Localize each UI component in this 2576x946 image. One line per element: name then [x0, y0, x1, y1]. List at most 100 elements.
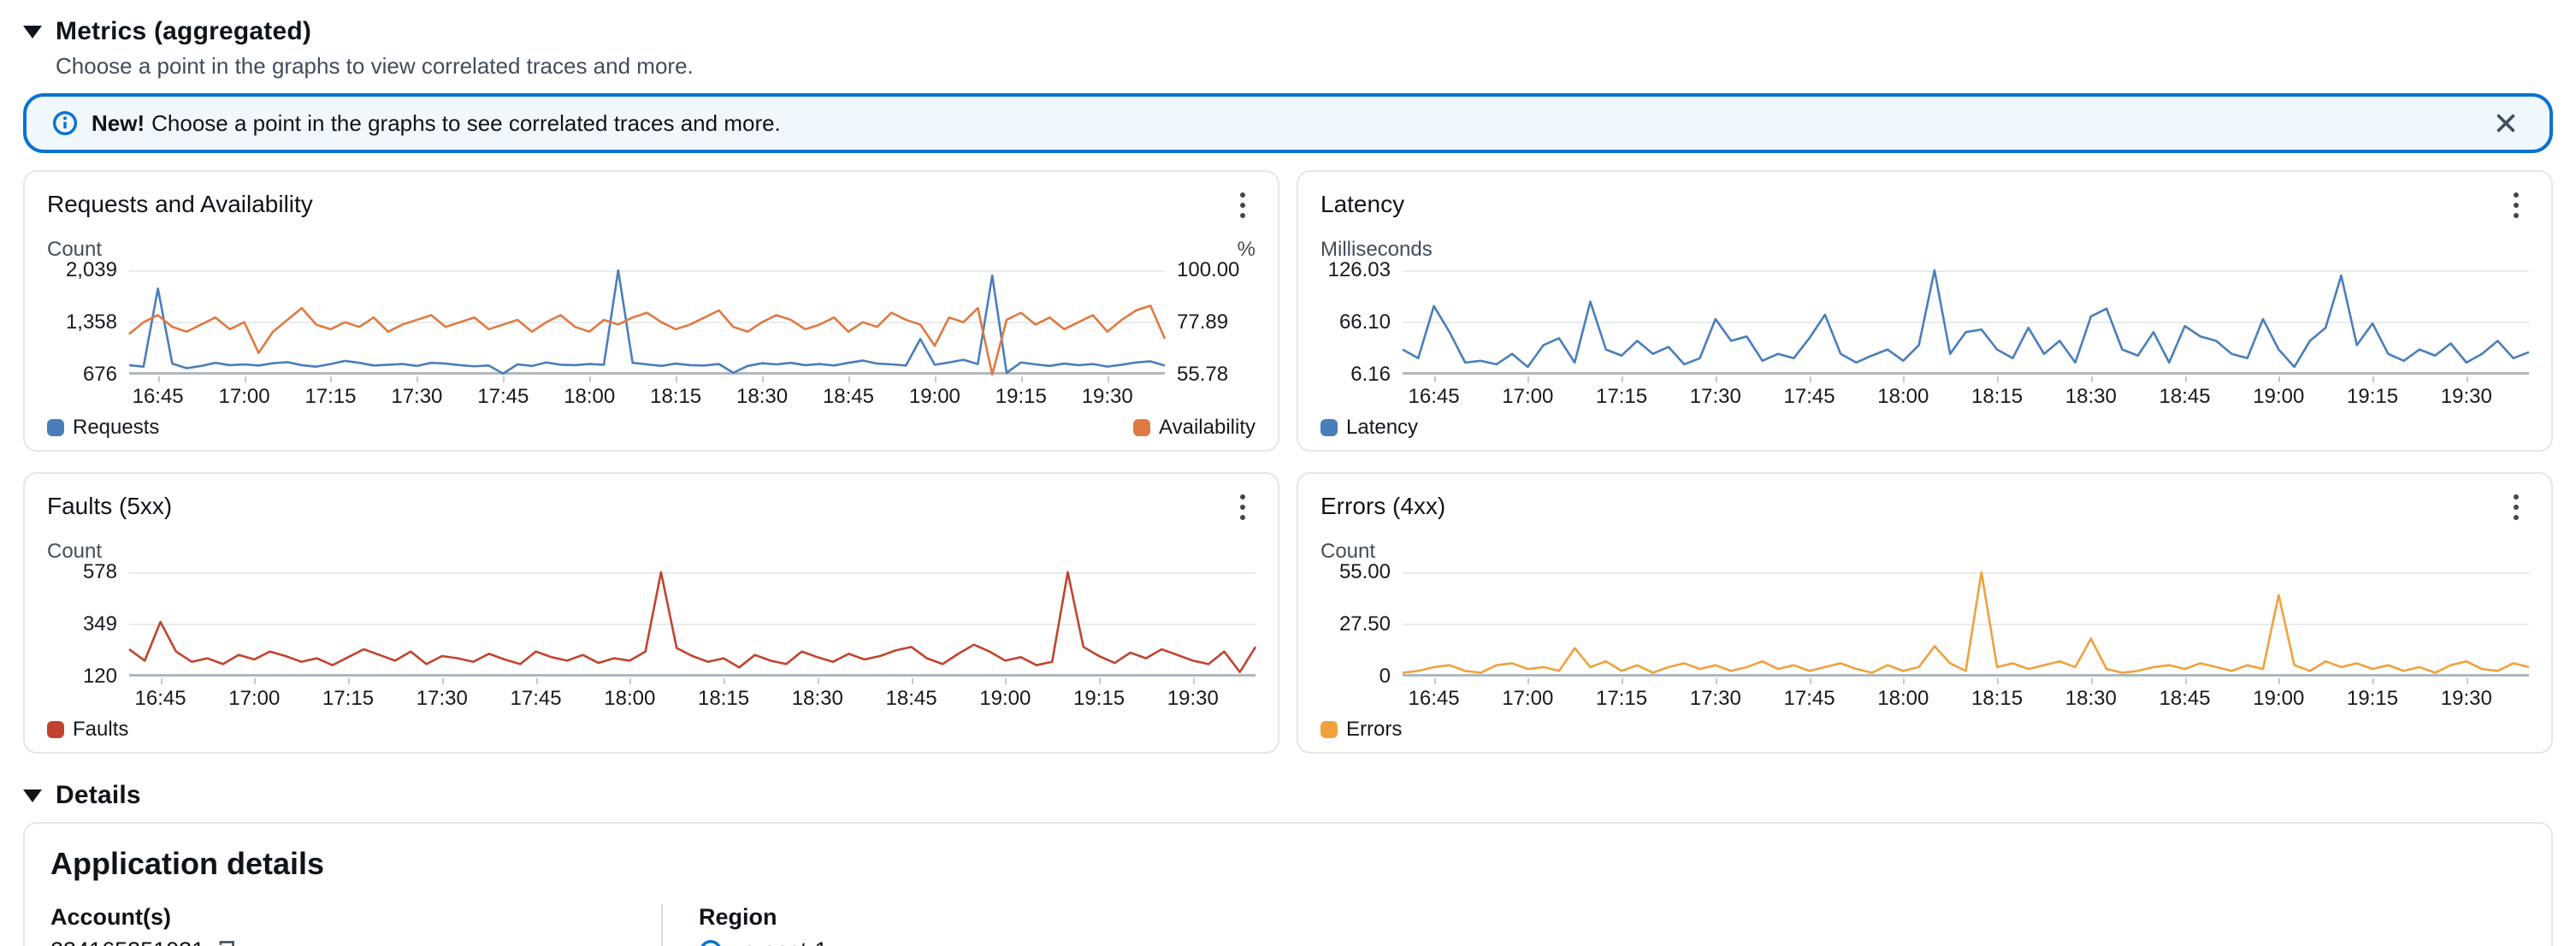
- plot-area[interactable]: [129, 572, 1256, 677]
- chart-menu-button[interactable]: [2503, 187, 2529, 226]
- x-axis-tick-label: 19:30: [1167, 687, 1219, 711]
- x-axis-tick-label: 17:30: [417, 687, 468, 711]
- legend-label: Availability: [1159, 416, 1256, 440]
- x-axis-tick-label: 19:15: [2347, 385, 2398, 409]
- x-axis-tick-mark: [536, 678, 538, 684]
- chart-legend: Errors: [1320, 718, 2529, 742]
- y-axis-tick-label: 0: [1380, 665, 1391, 689]
- x-axis-tick-label: 18:45: [2159, 385, 2211, 409]
- x-axis-tick-mark: [1434, 376, 1436, 382]
- new-feature-banner: New!Choose a point in the graphs to see …: [23, 93, 2553, 153]
- latency-line[interactable]: [1403, 270, 2529, 367]
- y-axis-unit-right: %: [1238, 238, 1256, 262]
- x-axis-tick-mark: [2278, 376, 2280, 382]
- x-axis-tick-mark: [2372, 376, 2374, 382]
- y-axis-tick-label: 2,039: [66, 258, 117, 282]
- legend-item-availability[interactable]: Availability: [1133, 416, 1256, 440]
- y-axis-tick-label: 6.16: [1350, 363, 1391, 387]
- x-axis-tick-label: 16:45: [135, 687, 186, 711]
- x-axis-tick-label: 17:00: [219, 385, 270, 409]
- x-axis-tick-mark: [1716, 678, 1717, 684]
- collapse-triangle-icon[interactable]: [23, 789, 42, 802]
- details-section-title: Details: [56, 781, 141, 810]
- x-axis-tick-mark: [1810, 678, 1811, 684]
- x-axis-tick-label: 17:30: [1690, 687, 1741, 711]
- legend-item-errors[interactable]: Errors: [1320, 718, 1402, 742]
- x-axis-tick-label: 18:45: [886, 687, 937, 711]
- x-axis-tick-label: 18:15: [650, 385, 701, 409]
- legend-swatch-icon: [1320, 721, 1338, 738]
- x-axis-tick-label: 18:00: [1877, 687, 1929, 711]
- plot-area[interactable]: [1403, 270, 2529, 375]
- y-axis-tick-label: 126.03: [1328, 258, 1391, 282]
- x-axis-tick-mark: [442, 678, 444, 684]
- y-axis-tick-label: 66.10: [1339, 310, 1391, 334]
- x-axis-tick-mark: [417, 376, 418, 382]
- x-axis-tick-mark: [1527, 678, 1529, 684]
- collapse-triangle-icon[interactable]: [23, 26, 42, 38]
- x-axis-tick-label: 19:15: [996, 385, 1047, 409]
- errors-line[interactable]: [1403, 572, 2529, 673]
- x-axis: 16:4517:0017:1517:3017:4518:0018:1518:30…: [129, 376, 1165, 407]
- banner-text: New!Choose a point in the graphs to see …: [92, 110, 781, 137]
- legend-item-faults[interactable]: Faults: [47, 718, 128, 742]
- x-axis-tick-label: 18:15: [698, 687, 749, 711]
- y-axis-right: 100.0077.8955.78: [1165, 270, 1256, 375]
- x-axis-tick-label: 17:15: [1596, 687, 1647, 711]
- banner-highlight: New!: [92, 110, 145, 136]
- chart-menu-button[interactable]: [2503, 489, 2529, 528]
- x-axis-tick-mark: [2372, 678, 2374, 684]
- x-axis-tick-label: 19:00: [909, 385, 960, 409]
- copy-icon[interactable]: [213, 940, 235, 946]
- x-axis-tick-mark: [1997, 678, 1999, 684]
- x-axis-tick-mark: [2185, 376, 2187, 382]
- x-axis-tick-label: 17:30: [391, 385, 442, 409]
- x-axis-tick-mark: [2278, 678, 2280, 684]
- x-axis-tick-mark: [1021, 376, 1023, 382]
- x-axis-tick-mark: [935, 376, 936, 382]
- x-axis-tick-label: 18:30: [2065, 385, 2117, 409]
- faults-line[interactable]: [129, 572, 1256, 672]
- chart-menu-button[interactable]: [1230, 489, 1256, 528]
- legend-item-latency[interactable]: Latency: [1320, 416, 1418, 440]
- x-axis-tick-label: 17:30: [1690, 385, 1741, 409]
- legend-item-requests[interactable]: Requests: [47, 416, 159, 440]
- x-axis-tick-mark: [676, 376, 677, 382]
- chart-title: Errors (4xx): [1320, 489, 1445, 520]
- x-axis-tick-label: 19:00: [979, 687, 1031, 711]
- x-axis-tick-label: 19:30: [2441, 687, 2492, 711]
- x-axis-tick-mark: [1716, 376, 1717, 382]
- plot-area[interactable]: [1403, 572, 2529, 677]
- x-axis-tick-label: 16:45: [1409, 687, 1460, 711]
- region-label: Region: [699, 904, 828, 931]
- info-icon: [52, 110, 78, 136]
- x-axis-tick-label: 19:00: [2253, 385, 2304, 409]
- x-axis-tick-label: 18:45: [823, 385, 874, 409]
- y-axis-tick-label: 100.00: [1177, 258, 1239, 282]
- application-details-title: Application details: [50, 846, 2526, 882]
- region-status-icon: [699, 939, 723, 946]
- y-axis-tick-label: 27.50: [1339, 612, 1391, 636]
- x-axis: 16:4517:0017:1517:3017:4518:0018:1518:30…: [129, 678, 1256, 709]
- plot-area[interactable]: [129, 270, 1165, 375]
- x-axis-tick-mark: [1193, 678, 1195, 684]
- banner-message: Choose a point in the graphs to see corr…: [151, 110, 781, 136]
- y-axis-left: 2,0391,358676: [47, 270, 129, 375]
- banner-close-button[interactable]: [2488, 105, 2524, 141]
- x-axis-tick-mark: [1108, 376, 1109, 382]
- y-axis-tick-label: 55.00: [1339, 560, 1391, 584]
- x-axis-tick-mark: [818, 678, 819, 684]
- x-axis-tick-mark: [158, 376, 160, 382]
- x-axis-tick-mark: [2467, 376, 2468, 382]
- chart-menu-button[interactable]: [1230, 187, 1256, 226]
- x-axis-tick-label: 18:30: [2065, 687, 2117, 711]
- x-axis-tick-mark: [1622, 376, 1623, 382]
- x-axis-tick-mark: [1810, 376, 1811, 382]
- y-axis-left: 55.0027.500: [1320, 572, 1403, 677]
- x-axis-tick-label: 19:30: [2441, 385, 2492, 409]
- chart-card-faults: Faults (5xx) Count 578349120 16:4517:001…: [23, 472, 1279, 754]
- x-axis-tick-mark: [2091, 678, 2093, 684]
- x-axis-tick-label: 17:15: [304, 385, 356, 409]
- x-axis-tick-label: 18:00: [564, 385, 615, 409]
- x-axis-tick-label: 17:15: [1596, 385, 1647, 409]
